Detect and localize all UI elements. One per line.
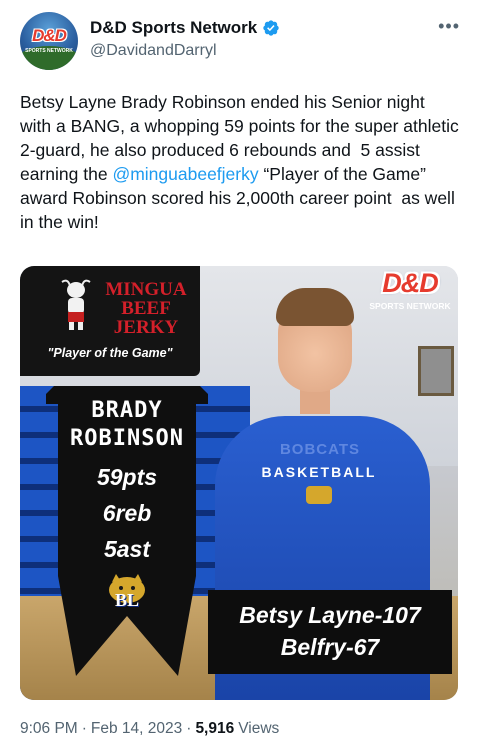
more-options-icon[interactable]: •••: [438, 16, 460, 37]
tweet-date[interactable]: Feb 14, 2023: [91, 720, 182, 738]
tweet-time[interactable]: 9:06 PM: [20, 720, 78, 738]
meta-separator: ·: [81, 720, 87, 737]
dd-logo-sub: SPORTS NETWORK: [369, 301, 451, 311]
stat-assists: 5ast: [103, 536, 151, 562]
avatar-logo-mark: D&D: [32, 26, 67, 45]
handle[interactable]: @DavidandDarryl: [90, 42, 217, 60]
views-label: Views: [238, 720, 280, 737]
sponsor-box: MINGUA BEEF JERKY "Player of the Game": [20, 266, 200, 376]
stat-points: 59pts: [96, 464, 158, 490]
tweet-text: Betsy Layne Brady Robinson ended his Sen…: [20, 90, 460, 234]
tweet-media-image[interactable]: BOBCATS BASKETBALL MINGUA BEEF JERKY "Pl…: [20, 266, 458, 700]
mention-link[interactable]: @minguabeefjerky: [112, 164, 258, 184]
award-title: "Player of the Game": [47, 346, 173, 360]
player-first-name: BRADY: [91, 398, 163, 423]
name-row: D&D Sports Network: [90, 18, 280, 38]
tweet-header: D&D SPORTS NETWORK D&D Sports Network @D…: [20, 12, 460, 72]
sponsor-brand: MINGUA BEEF JERKY: [96, 280, 196, 337]
dd-logo-mark: D&D: [382, 268, 439, 298]
avatar[interactable]: D&D SPORTS NETWORK: [20, 12, 78, 70]
avatar-logo-sub: SPORTS NETWORK: [25, 48, 73, 54]
team-logo-text: BL: [114, 590, 139, 610]
sponsor-brand-line1: MINGUA: [105, 279, 187, 300]
wall-frame: [418, 346, 454, 396]
shirt-emblem-icon: [306, 486, 332, 504]
tweet-meta: 9:06 PM · Feb 14, 2023 · 5,916 Views: [20, 720, 279, 738]
player-hair: [276, 288, 354, 326]
dd-network-logo: D&D SPORTS NETWORK: [362, 268, 458, 316]
stats-banner: BRADY ROBINSON 59pts 6reb 5ast BL: [46, 386, 208, 686]
sponsor-brand-line2: BEEF JERKY: [113, 298, 179, 338]
score-home: Betsy Layne-107: [239, 602, 421, 628]
meta-separator: ·: [186, 720, 192, 737]
display-name[interactable]: D&D Sports Network: [90, 18, 257, 38]
stat-rebounds: 6reb: [102, 500, 152, 526]
views-count: 5,916: [195, 720, 235, 737]
player-last-name: ROBINSON: [70, 426, 184, 451]
score-box: Betsy Layne-107 Belfry-67: [208, 590, 452, 674]
verified-badge-icon: [263, 20, 279, 36]
score-away: Belfry-67: [280, 634, 380, 660]
bull-mascot-icon: [61, 279, 91, 330]
shirt-text-sport: BASKETBALL: [261, 464, 377, 480]
shirt-text-team: BOBCATS: [279, 441, 361, 458]
